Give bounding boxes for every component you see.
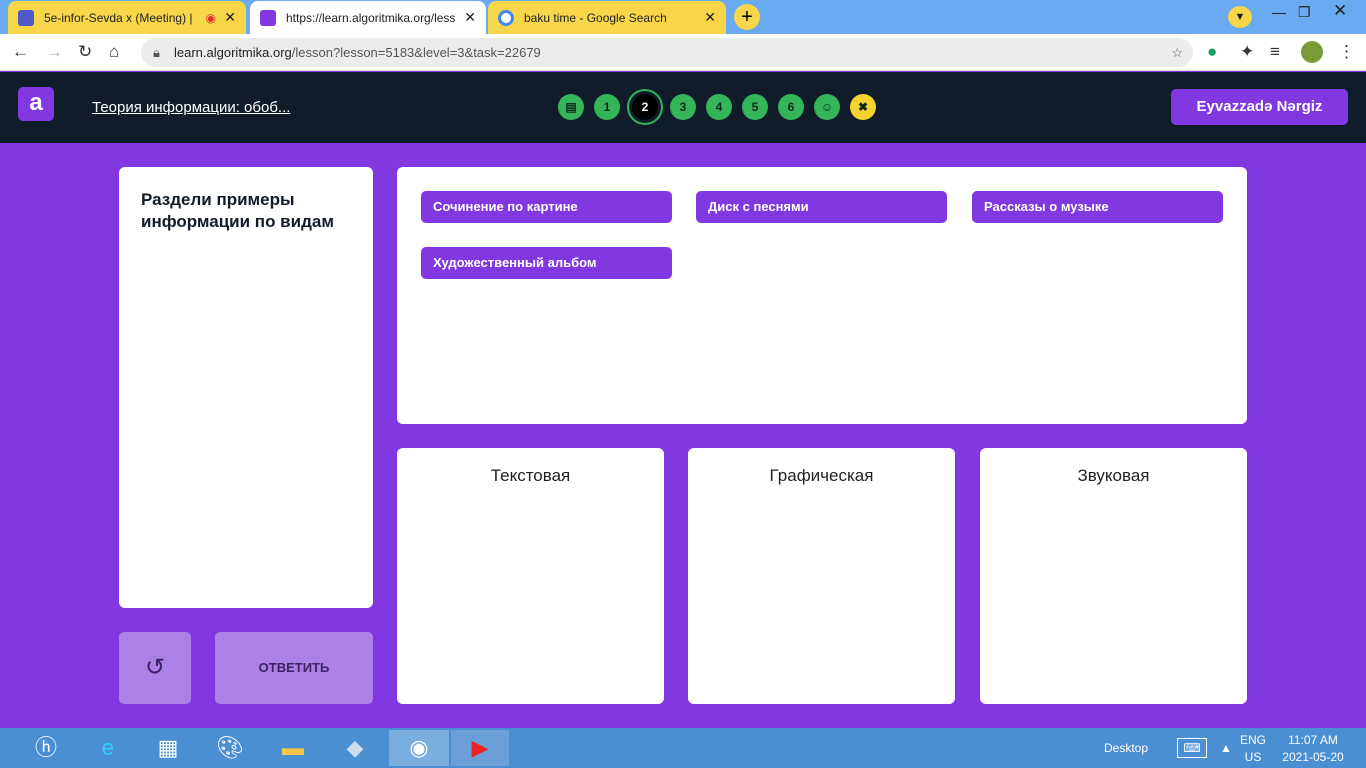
drag-item[interactable]: Художественный альбом <box>421 247 672 279</box>
drag-item[interactable]: Рассказы о музыке <box>972 191 1223 223</box>
google-icon <box>498 9 514 26</box>
algoritmika-icon <box>260 9 276 26</box>
step-smiley-icon[interactable]: ☺ <box>814 94 840 120</box>
step-3[interactable]: 3 <box>670 94 696 120</box>
tab-teams-meeting[interactable]: 5e-infor-Sevda x (Meeting) | ◉ ✕ <box>8 1 246 34</box>
date: 2021-05-20 <box>1282 750 1344 764</box>
teams-icon <box>18 9 34 26</box>
restore-icon[interactable]: ❐ <box>1298 4 1311 21</box>
file-explorer-icon[interactable]: ▬ <box>265 730 321 766</box>
tab-algoritmika[interactable]: https://learn.algoritmika.org/less ✕ <box>250 1 486 34</box>
time: 11:07 AM <box>1288 733 1338 747</box>
task-steps: ▤ 1 2 3 4 5 6 ☺ ✖ <box>558 94 876 120</box>
step-theory[interactable]: ▤ <box>558 94 584 120</box>
browser-toolbar: ← → ↻ ⌂ 🔒︎ learn.algoritmika.org/lesson?l… <box>0 34 1366 71</box>
ie-icon[interactable]: e <box>80 730 136 766</box>
start-hp-icon[interactable]: ⓗ <box>18 730 74 766</box>
app-icon[interactable]: ▦ <box>140 730 196 766</box>
windows-taskbar: ⓗ e ▦ 🎨︎ ▬ ◆ ◉ ▶ Desktop ⌨ ▲ ENG US 11:07… <box>0 728 1366 768</box>
step-1[interactable]: 1 <box>594 94 620 120</box>
step-6[interactable]: 6 <box>778 94 804 120</box>
paint-icon[interactable]: 🎨︎ <box>202 730 258 766</box>
extensions-icon[interactable]: ✦ <box>1240 42 1254 62</box>
region: US <box>1244 750 1262 764</box>
recording-icon: ◉ <box>205 10 216 25</box>
reset-button[interactable]: ↺ <box>119 632 191 704</box>
new-tab-button[interactable]: + <box>734 4 760 30</box>
drop-zone-sound[interactable]: Звуковая <box>980 448 1247 704</box>
close-window-icon[interactable]: ✕ <box>1333 1 1347 21</box>
tab-label: baku time - Google Search <box>524 10 667 25</box>
step-bonus-icon[interactable]: ✖ <box>850 94 876 120</box>
chrome-icon[interactable]: ◉ <box>389 730 449 766</box>
lesson-header: a Теория информации: обоб... ▤ 1 2 3 4 5… <box>0 72 1366 143</box>
keyboard-icon[interactable]: ⌨ <box>1177 738 1207 758</box>
back-icon[interactable]: ← <box>12 42 29 62</box>
step-4[interactable]: 4 <box>706 94 732 120</box>
step-5[interactable]: 5 <box>742 94 768 120</box>
close-icon[interactable]: ✕ <box>704 9 716 26</box>
lesson-title-link[interactable]: Теория информации: обоб... <box>92 99 290 116</box>
bin-label: Текстовая <box>490 466 571 485</box>
youtube-icon[interactable]: ▶ <box>451 730 509 766</box>
browser-tab-bar: 5e-infor-Sevda x (Meeting) | ◉ ✕ https://l… <box>0 0 1366 34</box>
grammarly-icon[interactable]: ● <box>1207 42 1217 62</box>
media-control-icon[interactable]: ≡ <box>1270 42 1280 62</box>
close-icon[interactable]: ✕ <box>224 9 236 26</box>
url-path: /lesson?lesson=5183&level=3&task=22679 <box>291 45 541 60</box>
tab-label: 5e-infor-Sevda x (Meeting) | <box>44 10 193 25</box>
bin-label: Графическая <box>769 466 874 485</box>
drop-zone-text[interactable]: Текстовая <box>397 448 664 704</box>
algoritmika-logo[interactable]: a <box>18 87 54 121</box>
tray-expand-icon[interactable]: ▲ <box>1220 740 1232 757</box>
home-icon[interactable]: ⌂ <box>109 42 119 62</box>
tab-label: https://learn.algoritmika.org/less <box>286 10 456 25</box>
url-domain: learn.algoritmika.org <box>174 45 292 60</box>
tab-google-search[interactable]: baku time - Google Search ✕ <box>488 1 726 34</box>
reload-icon[interactable]: ↻ <box>78 42 92 62</box>
address-bar[interactable]: 🔒︎ learn.algoritmika.org/lesson?lesson=51… <box>141 38 1193 67</box>
desktop-toolbar[interactable]: Desktop <box>1104 740 1148 757</box>
sticky-notes-icon[interactable]: ◆ <box>327 730 383 766</box>
drop-zone-graphic[interactable]: Графическая <box>688 448 955 704</box>
lock-icon: 🔒︎ <box>153 45 160 60</box>
step-2-current[interactable]: 2 <box>632 94 658 120</box>
avatar[interactable] <box>1301 41 1323 63</box>
language-indicator[interactable]: ENG US <box>1240 732 1266 766</box>
answer-button[interactable]: ОТВЕТИТЬ <box>215 632 373 704</box>
drag-item[interactable]: Сочинение по картине <box>421 191 672 223</box>
profile-menu-icon[interactable]: ▼ <box>1228 6 1252 28</box>
bin-label: Звуковая <box>1077 466 1150 485</box>
clock[interactable]: 11:07 AM 2021-05-20 <box>1280 732 1346 766</box>
items-pool: Сочинение по картине Диск с песнями Расс… <box>397 167 1247 424</box>
minimize-icon[interactable]: — <box>1272 4 1286 20</box>
close-icon[interactable]: ✕ <box>464 9 476 26</box>
lang: ENG <box>1240 733 1267 747</box>
user-button[interactable]: Eyvazzadə Nərgiz <box>1171 89 1348 125</box>
task-prompt: Раздели примеры информации по видам <box>119 167 373 608</box>
drag-item[interactable]: Диск с песнями <box>696 191 947 223</box>
forward-icon[interactable]: → <box>46 42 63 62</box>
menu-icon[interactable]: ⋮ <box>1338 42 1355 62</box>
bookmark-star-icon[interactable]: ☆ <box>1171 38 1183 67</box>
